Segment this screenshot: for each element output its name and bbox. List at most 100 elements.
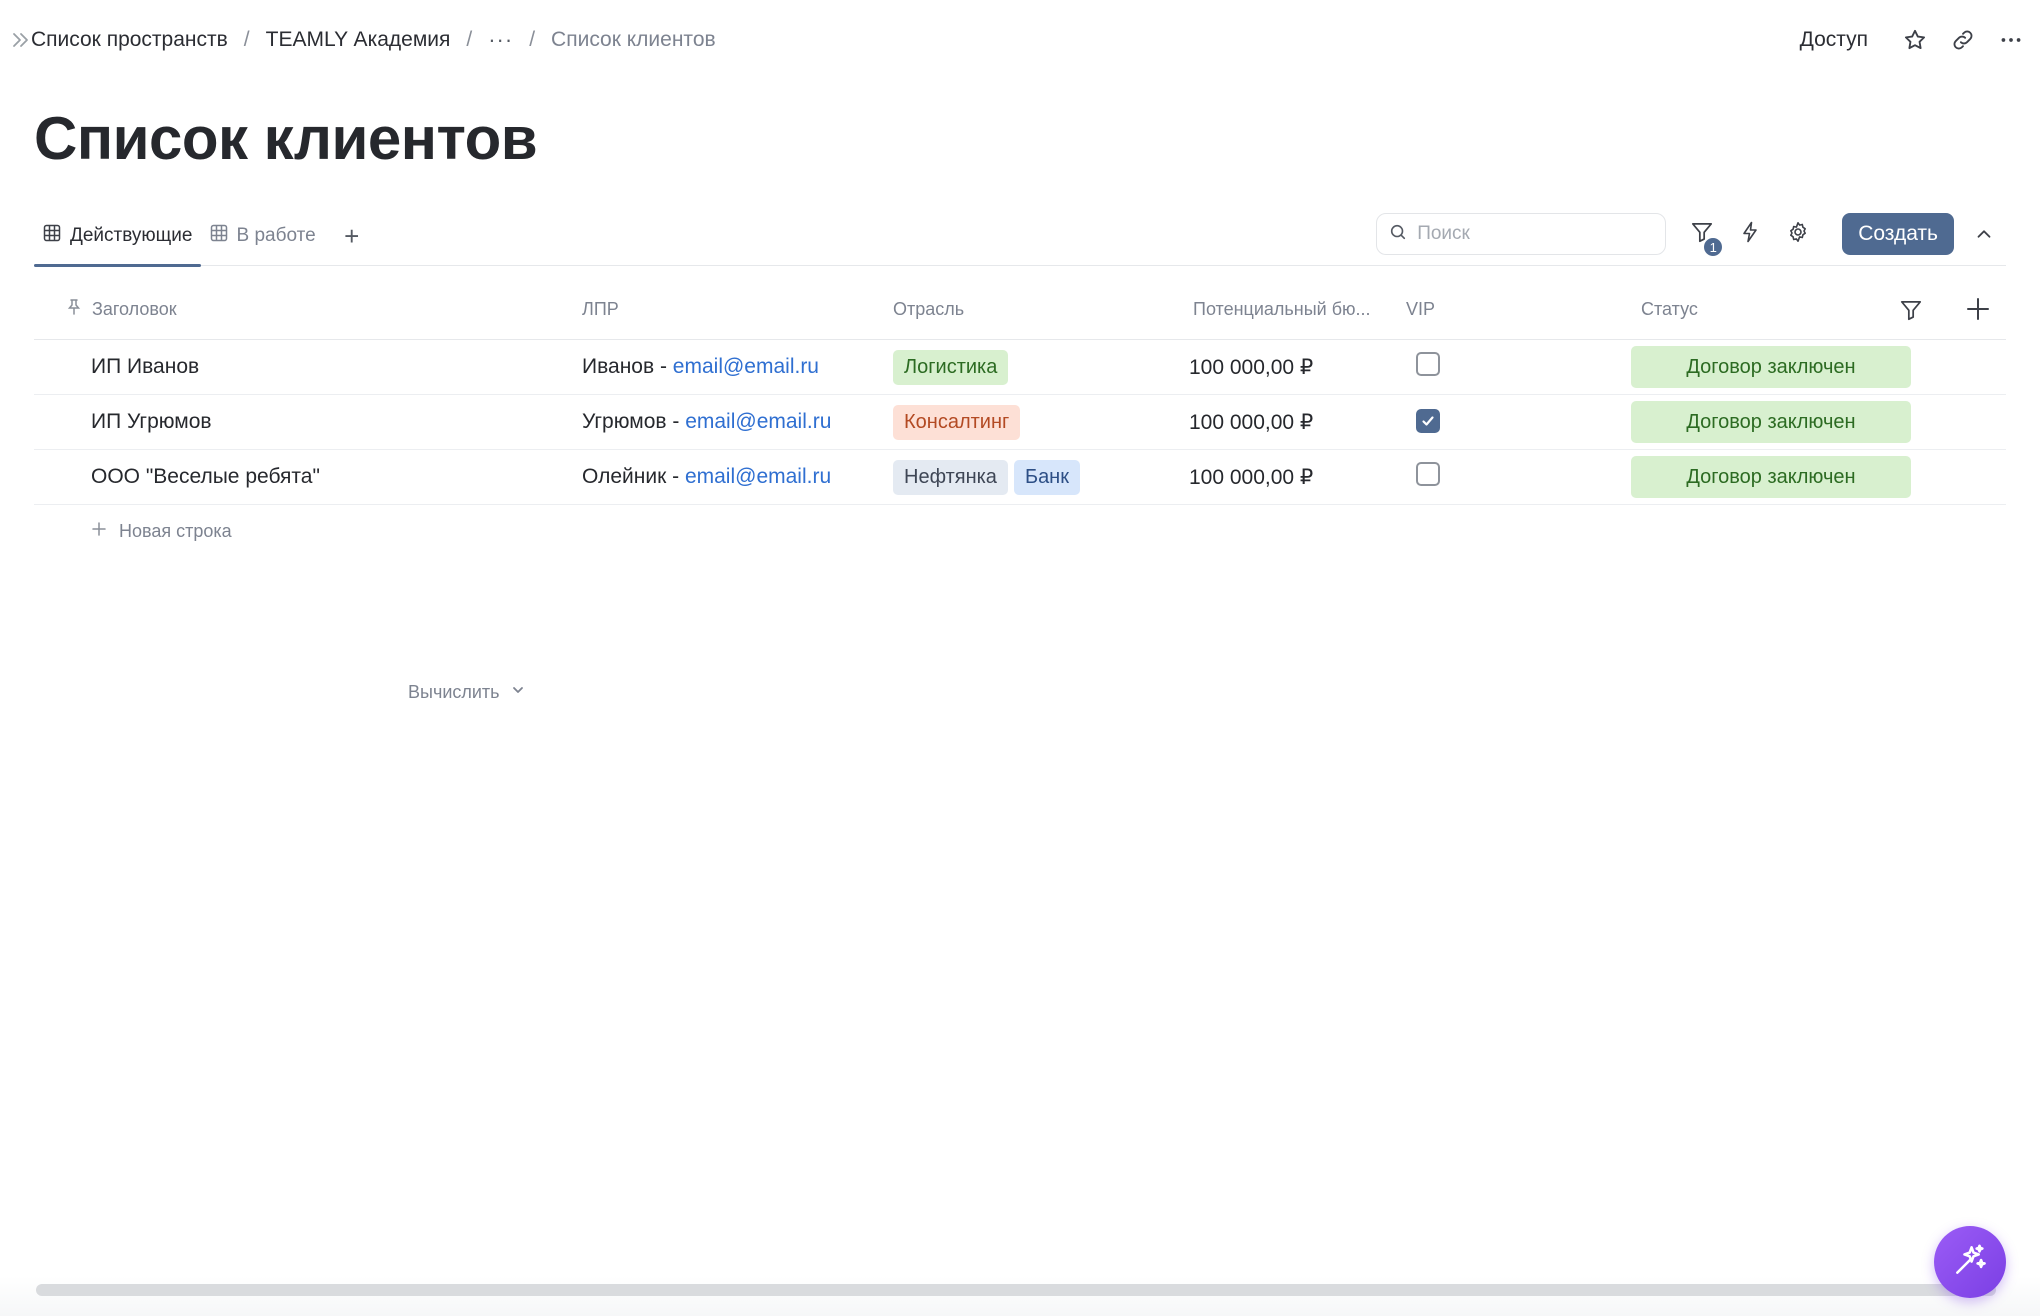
tab-label: Действующие <box>70 225 193 246</box>
cell-vip <box>1406 462 1631 492</box>
industry-tag: Банк <box>1013 459 1080 495</box>
cell-lpr[interactable]: Угрюмов - email@email.ru <box>525 410 893 434</box>
new-row-label: Новая строка <box>119 520 232 541</box>
column-header-industry[interactable]: Отрасль <box>893 299 1189 320</box>
search-input[interactable] <box>1417 223 1648 245</box>
table-row[interactable]: ИП Угрюмов Угрюмов - email@email.ru Конс… <box>34 395 2006 450</box>
breadcrumb-separator: / <box>466 28 473 51</box>
gear-icon <box>1786 220 1810 249</box>
calculate-label: Вычислить <box>408 682 500 702</box>
vip-checkbox[interactable] <box>1416 409 1440 433</box>
sparkles-icon <box>1951 1241 1989 1284</box>
app-root: Список пространств / TEAMLY Академия / ·… <box>0 0 2040 1316</box>
cell-lpr[interactable]: Олейник - email@email.ru <box>525 465 893 489</box>
industry-tag: Консалтинг <box>893 404 1021 440</box>
cell-industry[interactable]: Нефтянка Банк <box>893 459 1189 495</box>
breadcrumb-item-academy[interactable]: TEAMLY Академия <box>266 28 451 52</box>
filter-icon[interactable] <box>1898 297 1924 323</box>
table-row[interactable]: ИП Иванов Иванов - email@email.ru Логист… <box>34 340 2006 395</box>
column-header-label: VIP <box>1406 299 1436 319</box>
lpr-name: Угрюмов - <box>582 410 686 433</box>
access-button[interactable]: Доступ <box>1800 28 1868 52</box>
top-bar: Список пространств / TEAMLY Академия / ·… <box>0 0 2040 80</box>
view-tabs-bar: Действующие В работе + 1 <box>34 206 2006 267</box>
lpr-name: Олейник - <box>582 465 685 488</box>
search-box <box>1376 213 1667 255</box>
lpr-email-link[interactable]: email@email.ru <box>673 355 819 378</box>
top-actions: Доступ <box>1800 20 2026 60</box>
breadcrumb: Список пространств / TEAMLY Академия / ·… <box>31 24 716 56</box>
cell-budget[interactable]: 100 000,00 ₽ <box>1189 410 1406 435</box>
check-icon <box>1422 416 1434 426</box>
create-button[interactable]: Создать <box>1842 213 1954 255</box>
breadcrumb-separator: / <box>529 28 536 51</box>
breadcrumb-item-spaces[interactable]: Список пространств <box>31 28 228 52</box>
lpr-email-link[interactable]: email@email.ru <box>685 465 831 488</box>
column-header-vip[interactable]: VIP <box>1406 299 1631 320</box>
automation-button[interactable] <box>1728 212 1772 256</box>
cell-title[interactable]: ООО "Веселые ребята" <box>34 465 525 489</box>
cell-status[interactable]: Договор заключен <box>1631 346 1931 388</box>
table-grid-icon <box>209 223 229 249</box>
filter-count-badge: 1 <box>1702 236 1725 258</box>
cell-industry[interactable]: Консалтинг <box>893 404 1189 440</box>
tab-active-clients[interactable]: Действующие <box>34 206 201 267</box>
cell-industry[interactable]: Логистика <box>893 349 1189 385</box>
column-header-label: ЛПР <box>582 299 619 319</box>
column-header-label: Отрасль <box>893 299 965 319</box>
cell-vip <box>1406 352 1631 382</box>
breadcrumb-separator: / <box>243 28 250 51</box>
cell-title[interactable]: ИП Иванов <box>34 355 525 379</box>
settings-button[interactable] <box>1776 212 1820 256</box>
tab-in-progress[interactable]: В работе <box>201 206 324 266</box>
new-row-button[interactable]: Новая строка <box>34 505 2006 557</box>
table-header: Заголовок ЛПР Отрасль Потенциальный бю..… <box>34 280 2006 340</box>
column-header-label: Заголовок <box>92 299 177 319</box>
table-row[interactable]: ООО "Веселые ребята" Олейник - email@ema… <box>34 450 2006 505</box>
star-icon[interactable] <box>1900 25 1930 55</box>
chevron-up-icon[interactable] <box>1962 212 2006 256</box>
add-view-button[interactable]: + <box>332 206 372 266</box>
lpr-email-link[interactable]: email@email.ru <box>685 410 831 433</box>
search-icon <box>1389 223 1407 246</box>
status-badge: Договор заключен <box>1631 346 1911 388</box>
filter-button[interactable]: 1 <box>1680 212 1725 258</box>
cell-budget[interactable]: 100 000,00 ₽ <box>1189 355 1406 380</box>
link-icon[interactable] <box>1948 25 1978 55</box>
lpr-name: Иванов - <box>582 355 673 378</box>
table-grid-icon <box>42 223 62 249</box>
column-header-label: Статус <box>1641 299 1698 319</box>
clients-table: Заголовок ЛПР Отрасль Потенциальный бю..… <box>34 280 2006 702</box>
cell-budget[interactable]: 100 000,00 ₽ <box>1189 465 1406 490</box>
column-header-title[interactable]: Заголовок <box>34 298 525 321</box>
cell-vip <box>1406 409 1631 435</box>
status-badge: Договор заключен <box>1631 401 1911 443</box>
lightning-icon <box>1738 220 1762 249</box>
pin-icon <box>66 298 82 321</box>
vip-checkbox[interactable] <box>1416 462 1440 486</box>
vip-checkbox[interactable] <box>1416 352 1440 376</box>
horizontal-scrollbar[interactable] <box>36 1284 1996 1296</box>
breadcrumb-item-more[interactable]: ··· <box>488 27 513 53</box>
tab-label: В работе <box>236 225 316 246</box>
industry-tag: Логистика <box>893 349 1009 385</box>
page-title: Список клиентов <box>34 105 538 172</box>
cell-lpr[interactable]: Иванов - email@email.ru <box>525 355 893 379</box>
cell-title[interactable]: ИП Угрюмов <box>34 410 525 434</box>
bottom-strip <box>0 1276 2040 1316</box>
calculate-dropdown[interactable]: Вычислить <box>408 682 526 703</box>
more-horizontal-icon[interactable] <box>1996 25 2026 55</box>
column-header-label: Потенциальный бю... <box>1193 299 1371 319</box>
status-badge: Договор заключен <box>1631 456 1911 498</box>
breadcrumb-item-current: Список клиентов <box>551 28 716 51</box>
industry-tag: Нефтянка <box>893 459 1008 495</box>
cell-status[interactable]: Договор заключен <box>1631 401 1931 443</box>
column-header-status[interactable]: Статус <box>1631 299 1931 320</box>
column-header-lpr[interactable]: ЛПР <box>525 299 893 320</box>
chevron-down-icon <box>510 682 526 703</box>
cell-status[interactable]: Договор заключен <box>1631 456 1931 498</box>
column-header-budget[interactable]: Потенциальный бю... <box>1189 299 1406 320</box>
plus-icon <box>91 521 107 542</box>
ai-assistant-button[interactable] <box>1934 1226 2006 1298</box>
add-column-button[interactable] <box>1962 294 1994 326</box>
